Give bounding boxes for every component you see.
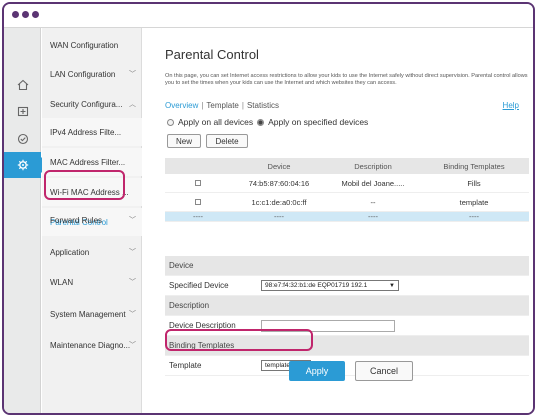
apply-all-radio[interactable] (167, 118, 174, 126)
cancel-button[interactable]: Cancel (355, 361, 413, 381)
device-section-header: Device (165, 256, 529, 276)
template-label: Template (169, 361, 202, 370)
shield-check-icon[interactable] (4, 126, 41, 152)
table-row[interactable]: 74:b5:87:60:04:16 Mobil del Joane..... F… (165, 174, 529, 193)
chevron-down-icon: ﹀ (129, 71, 136, 78)
router-admin-window: WAN Configuration LAN Configuration ﹀ Se… (2, 2, 535, 415)
plus-box-icon[interactable] (4, 98, 41, 124)
sidebar: WAN Configuration LAN Configuration ﹀ Se… (42, 28, 142, 413)
template-row-highlight (165, 329, 313, 351)
apply-mode-radio-group: Apply on all devices Apply on specified … (167, 117, 368, 127)
home-icon[interactable] (4, 72, 41, 98)
description-cell: Mobil del Joane..... (341, 178, 405, 188)
new-button[interactable]: New (167, 134, 201, 148)
specified-device-value: 98:e7:f4:32:b1:de EQP01719 192.1 (265, 282, 368, 289)
sidebar-item-wlan[interactable]: WLAN ﹀ (42, 268, 142, 296)
sidebar-item-label: IPv4 Address Filte... (50, 127, 122, 137)
device-cell: 1c:c1:de:a0:0c:ff (251, 197, 307, 207)
chevron-down-icon: ﹀ (129, 311, 136, 318)
tab-template[interactable]: Template (206, 101, 238, 110)
description-cell: ---- (368, 212, 378, 221)
description-section-header: Description (165, 296, 529, 316)
chevron-down-icon: ﹀ (129, 279, 136, 286)
device-table: Device Description Binding Templates 74:… (165, 158, 529, 222)
select-cell: ---- (193, 212, 203, 221)
apply-specified-radio[interactable] (257, 118, 265, 126)
tab-statistics[interactable]: Statistics (247, 101, 279, 110)
help-link[interactable]: Help (503, 101, 519, 110)
sidebar-item-label: MAC Address Filter... (50, 157, 126, 167)
sidebar-item-ipv4-address-filter[interactable]: IPv4 Address Filte... (42, 118, 142, 146)
table-row-new[interactable]: ---- ---- ---- ---- (165, 212, 529, 222)
template-row: Template template ▼ (165, 356, 529, 376)
specified-device-row: Specified Device 98:e7:f4:32:b1:de EQP01… (165, 276, 529, 296)
chevron-up-icon: ︿ (129, 101, 136, 108)
icon-rail (4, 28, 49, 413)
description-cell: -- (370, 197, 376, 207)
dropdown-arrow-icon: ▼ (389, 282, 395, 289)
specified-device-select[interactable]: 98:e7:f4:32:b1:de EQP01719 192.1 ▼ (261, 280, 399, 291)
window-dot-icon[interactable] (12, 11, 19, 18)
sidebar-item-application[interactable]: Application ﹀ (42, 238, 142, 266)
sidebar-item-wan-configuration[interactable]: WAN Configuration (42, 32, 142, 58)
window-dot-icon[interactable] (32, 11, 39, 18)
sidebar-item-label: Maintenance Diagno... (50, 340, 131, 350)
apply-specified-label: Apply on specified devices (268, 117, 369, 127)
sidebar-item-label: System Management (50, 309, 126, 319)
parental-control-highlight (44, 170, 125, 200)
chevron-down-icon: ﹀ (129, 342, 136, 349)
sidebar-item-label: Application (50, 247, 90, 257)
device-form: Device Specified Device 98:e7:f4:32:b1:d… (165, 256, 529, 376)
table-header: Device Description Binding Templates (165, 158, 529, 174)
sidebar-item-label: WLAN (50, 277, 74, 287)
sidebar-item-forward-rules[interactable]: Forward Rules ﹀ (42, 206, 142, 234)
device-cell: 74:b5:87:60:04:16 (248, 178, 310, 188)
header-device: Device (267, 161, 291, 171)
row-checkbox[interactable] (195, 198, 201, 205)
title-bar (4, 4, 533, 28)
template-cell: Fills (467, 178, 481, 188)
main-content: Parental Control On this page, you can s… (143, 28, 533, 413)
sidebar-item-label: Forward Rules (50, 215, 103, 225)
delete-button[interactable]: Delete (206, 134, 248, 148)
apply-button[interactable]: Apply (289, 361, 345, 381)
chevron-down-icon: ﹀ (129, 217, 136, 224)
page-description: On this page, you can set Internet acces… (165, 73, 528, 86)
table-row[interactable]: 1c:c1:de:a0:0c:ff -- template (165, 193, 529, 212)
sidebar-item-security-configuration[interactable]: Security Configura... ︿ (42, 90, 142, 118)
sidebar-item-label: Security Configura... (50, 99, 123, 109)
sidebar-item-system-management[interactable]: System Management ﹀ (42, 300, 142, 328)
apply-all-label: Apply on all devices (178, 117, 254, 127)
chevron-down-icon: ﹀ (129, 249, 136, 256)
window-dot-icon[interactable] (22, 11, 29, 18)
sidebar-item-label: WAN Configuration (50, 40, 119, 50)
header-description: Description (354, 161, 392, 171)
specified-device-label: Specified Device (169, 281, 229, 290)
tab-overview[interactable]: Overview (165, 101, 198, 110)
device-cell: ---- (274, 212, 284, 221)
sidebar-item-label: LAN Configuration (50, 69, 116, 79)
template-cell: ---- (469, 212, 479, 221)
tab-bar: Overview | Template | Statistics (165, 101, 279, 110)
sidebar-item-maintenance-diagnosis[interactable]: Maintenance Diagno... ﹀ (42, 331, 142, 359)
sidebar-item-lan-configuration[interactable]: LAN Configuration ﹀ (42, 60, 142, 88)
page-title: Parental Control (165, 47, 259, 62)
gear-icon[interactable] (4, 152, 49, 178)
row-checkbox[interactable] (195, 179, 201, 186)
template-value: template (265, 362, 290, 369)
header-binding-templates: Binding Templates (443, 161, 505, 171)
template-cell: template (459, 197, 489, 207)
